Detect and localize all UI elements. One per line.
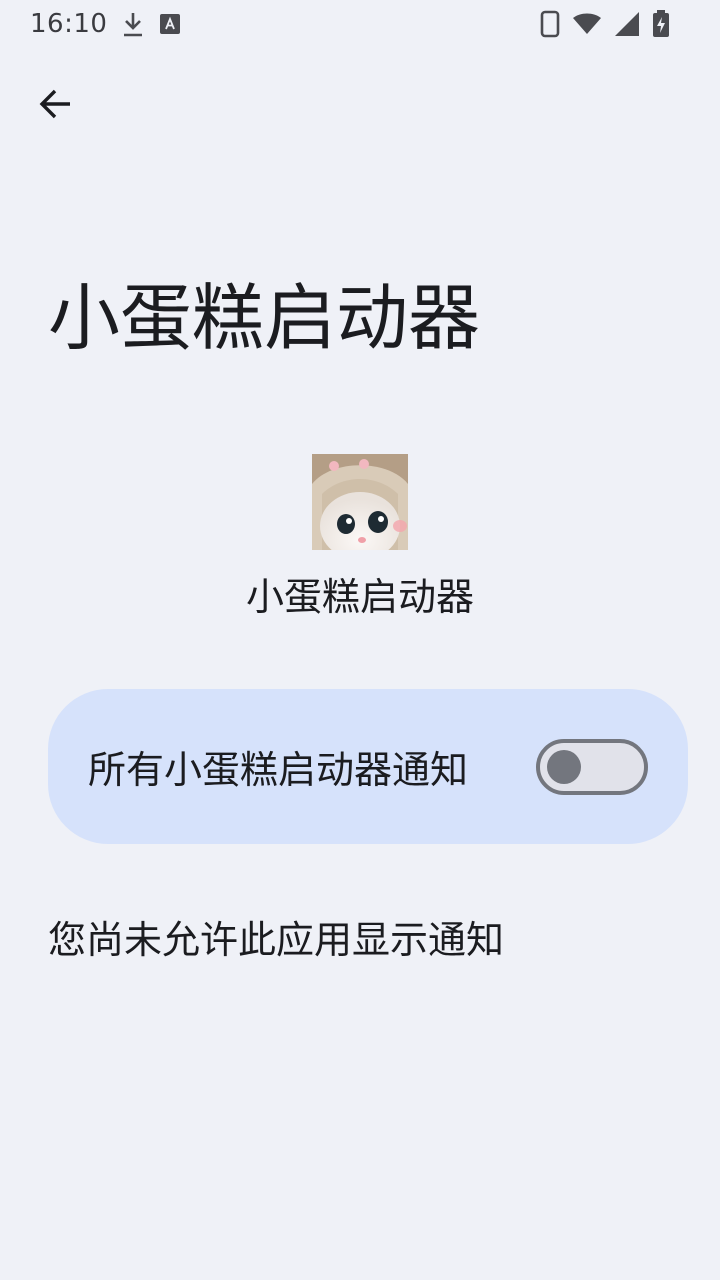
arrow-left-icon (39, 89, 70, 119)
phone-icon (540, 10, 560, 38)
back-button[interactable] (24, 72, 88, 136)
app-icon (312, 454, 408, 550)
page-title: 小蛋糕启动器 (48, 276, 481, 360)
download-icon (121, 10, 145, 38)
battery-charging-icon (652, 10, 670, 38)
status-left: 16:10 (30, 9, 181, 39)
status-bar: 16:10 (0, 0, 720, 48)
status-right (540, 10, 690, 38)
signal-icon (614, 11, 640, 37)
all-notifications-toggle-row[interactable]: 所有小蛋糕启动器通知 (48, 689, 688, 844)
wifi-icon (572, 12, 602, 36)
all-notifications-label: 所有小蛋糕启动器通知 (88, 748, 469, 792)
text-a-icon (159, 13, 181, 35)
status-time: 16:10 (30, 9, 108, 39)
app-header: 小蛋糕启动器 (0, 454, 720, 622)
notifications-switch[interactable] (536, 738, 648, 795)
app-name: 小蛋糕启动器 (245, 575, 474, 619)
switch-thumb (547, 749, 581, 784)
notifications-blocked-text: 您尚未允许此应用显示通知 (48, 918, 505, 962)
app-notifications-screen: 16:10 小蛋糕启动器 小蛋糕启动器 所有小蛋糕启动器通知 您尚未允许此应用显… (0, 0, 720, 1280)
